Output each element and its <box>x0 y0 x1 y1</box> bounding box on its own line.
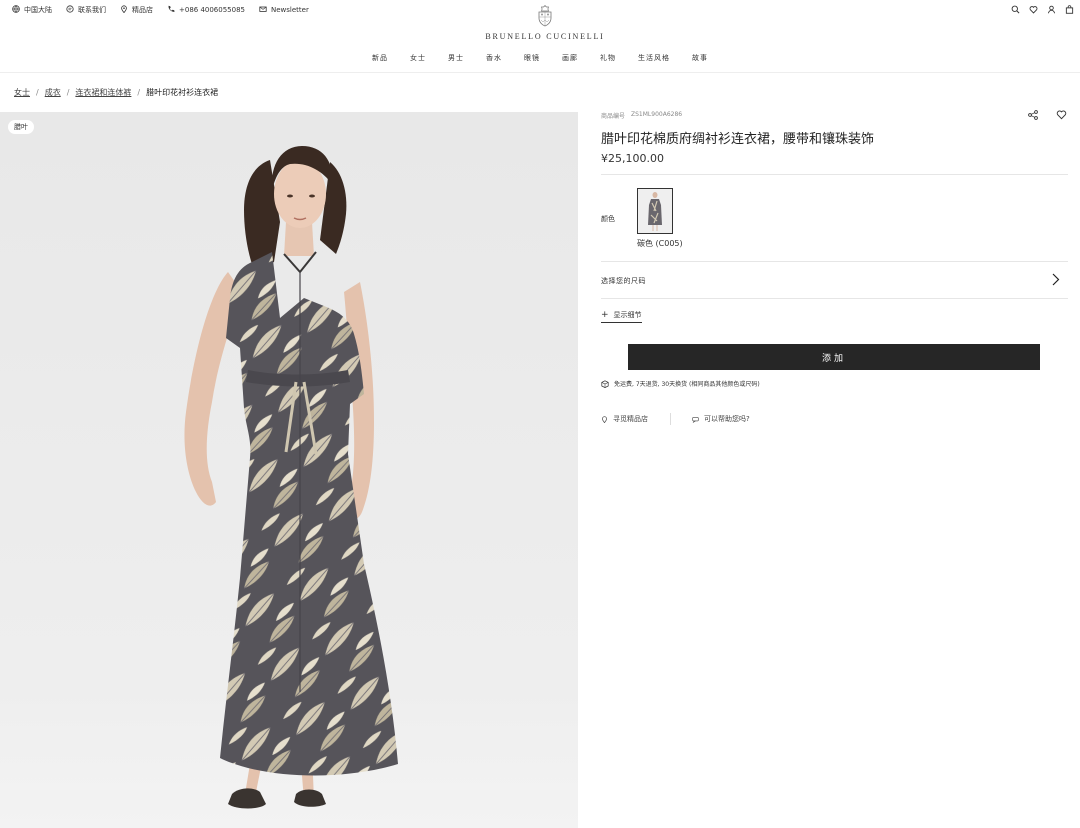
chat-icon <box>692 416 699 423</box>
contact-icon <box>66 5 74 15</box>
pin-icon <box>602 415 607 423</box>
phone-label: +086 4006055085 <box>179 6 245 14</box>
nav-item-gallery[interactable]: 画廊 <box>562 53 578 63</box>
breadcrumb-dresses[interactable]: 连衣裙和连体裤 <box>75 87 131 98</box>
breadcrumb-separator: / <box>137 88 141 97</box>
nav-item-gifts[interactable]: 礼物 <box>600 53 616 63</box>
nav-item-men[interactable]: 男士 <box>448 53 464 63</box>
nav-item-stories[interactable]: 故事 <box>692 53 708 63</box>
nav-divider <box>0 72 1080 73</box>
size-selector[interactable]: 选择您的尺码 <box>601 262 1068 298</box>
stores-link[interactable]: 精品店 <box>120 5 153 15</box>
globe-icon <box>12 5 20 15</box>
phone-link[interactable]: +086 4006055085 <box>167 5 245 15</box>
stores-label: 精品店 <box>132 6 153 14</box>
wishlist-heart-icon[interactable] <box>1056 109 1067 120</box>
breadcrumb-ready-to-wear[interactable]: 成衣 <box>45 87 61 98</box>
search-icon[interactable] <box>1011 4 1020 14</box>
newsletter-link[interactable]: Newsletter <box>259 5 309 15</box>
sku-line: 商品编号 ZS1ML900A6286 <box>601 111 682 120</box>
size-label: 选择您的尺码 <box>601 277 646 285</box>
chevron-right-icon <box>1052 273 1060 286</box>
utility-links: 中国大陆 联系我们 精品店 +086 4006055085 Newsletter <box>12 5 309 15</box>
details-label: 显示细节 <box>613 311 642 319</box>
heart-icon[interactable] <box>1029 4 1038 14</box>
brand-emblem-icon <box>538 5 552 27</box>
region-label: 中国大陆 <box>24 6 52 14</box>
color-label: 颜色 <box>601 215 615 223</box>
sku-value: ZS1ML900A6286 <box>631 111 683 118</box>
shipping-text: 免运费, 7天退货, 30天换货 (相同商品其他颜色或尺码) <box>614 381 760 388</box>
plus-icon: + <box>601 309 609 320</box>
nav-item-women[interactable]: 女士 <box>410 53 426 63</box>
contact-label: 联系我们 <box>78 6 106 14</box>
bag-icon[interactable] <box>1065 4 1074 14</box>
share-icon[interactable] <box>1028 110 1038 120</box>
contact-link[interactable]: 联系我们 <box>66 5 106 15</box>
truck-icon <box>601 379 609 388</box>
model-illustration <box>0 112 578 828</box>
divider <box>601 174 1068 175</box>
breadcrumb-current: 腊叶印花衬衫连衣裙 <box>146 88 219 97</box>
main-nav: 新品 女士 男士 香水 眼镜 画廊 礼物 生活风格 故事 <box>0 53 1080 63</box>
color-swatch[interactable] <box>637 188 673 234</box>
breadcrumb-women[interactable]: 女士 <box>14 87 30 98</box>
nav-item-new[interactable]: 新品 <box>372 53 388 63</box>
breadcrumb-separator: / <box>66 88 70 97</box>
nav-item-fragrance[interactable]: 香水 <box>486 53 502 63</box>
user-icon[interactable] <box>1047 4 1056 14</box>
region-selector[interactable]: 中国大陆 <box>12 5 52 15</box>
swatch-thumbnail <box>638 189 672 233</box>
nav-item-eyewear[interactable]: 眼镜 <box>524 53 540 63</box>
product-price: ¥25,100.00 <box>601 152 664 165</box>
divider <box>670 413 671 425</box>
breadcrumb: 女士 / 成衣 / 连衣裙和连体裤 / 腊叶印花衬衫连衣裙 <box>14 87 218 98</box>
shipping-note: 免运费, 7天退货, 30天换货 (相同商品其他颜色或尺码) <box>601 379 760 388</box>
product-title: 腊叶印花棉质府绸衬衫连衣裙，腰带和镶珠装饰 <box>601 132 875 147</box>
brand-name: BRUNELLO CUCINELLI <box>485 32 605 41</box>
sku-label: 商品编号 <box>601 113 626 120</box>
mail-icon <box>259 5 267 15</box>
help-label: 可以帮助您吗? <box>704 415 750 423</box>
find-store-link[interactable]: 寻觅精品店 <box>601 414 648 424</box>
product-image[interactable]: 腊叶 <box>0 112 578 828</box>
pin-icon <box>120 5 128 15</box>
brand-logo[interactable]: BRUNELLO CUCINELLI <box>470 4 620 41</box>
show-details-link[interactable]: + 显示细节 <box>601 310 642 323</box>
color-name: 碳色 (C005) <box>637 239 683 248</box>
phone-icon <box>167 5 175 15</box>
help-links: 寻觅精品店 可以帮助您吗? <box>601 413 750 425</box>
nav-item-lifestyle[interactable]: 生活风格 <box>638 53 670 63</box>
help-link[interactable]: 可以帮助您吗? <box>692 414 750 424</box>
find-store-label: 寻觅精品店 <box>613 415 648 423</box>
add-to-bag-button[interactable]: 添加 <box>628 344 1040 370</box>
header-actions <box>1011 4 1074 14</box>
divider <box>601 298 1068 299</box>
newsletter-label: Newsletter <box>271 6 309 14</box>
image-tag: 腊叶 <box>8 120 34 134</box>
breadcrumb-separator: / <box>36 88 39 97</box>
